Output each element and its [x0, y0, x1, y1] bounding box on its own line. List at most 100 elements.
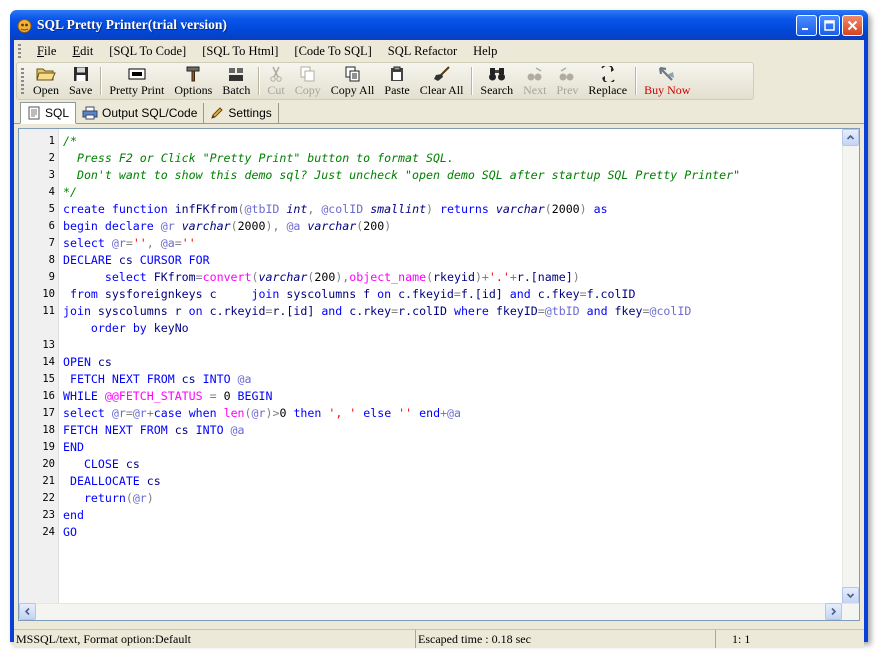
tab-sql[interactable]: SQL: [20, 102, 77, 124]
code-token: @colID: [321, 202, 364, 216]
code-token: r.[id]: [272, 304, 322, 318]
scroll-right-button[interactable]: [825, 603, 842, 620]
options-button[interactable]: Options: [169, 63, 217, 99]
menu-file[interactable]: File: [29, 44, 64, 59]
code-token: then: [293, 406, 322, 420]
code-token: =: [125, 236, 133, 250]
copy-all-button[interactable]: Copy All: [326, 63, 380, 99]
code-line[interactable]: begin declare @r varchar(2000), @a varch…: [63, 218, 391, 235]
code-token: r.colID: [398, 304, 454, 318]
code-line[interactable]: GO: [63, 524, 77, 541]
code-line[interactable]: WHILE @@FETCH_STATUS = 0 BEGIN: [63, 388, 272, 405]
scroll-up-button[interactable]: [842, 129, 859, 146]
cut-button[interactable]: Cut: [262, 63, 289, 99]
code-line[interactable]: end: [63, 507, 84, 524]
code-token: (: [125, 491, 133, 505]
binoculars-icon: [488, 65, 506, 83]
code-line[interactable]: OPEN cs: [63, 354, 112, 371]
code-token: create: [63, 202, 105, 216]
code-line[interactable]: FETCH NEXT FROM cs INTO @a: [63, 371, 252, 388]
scroll-down-button[interactable]: [842, 587, 859, 604]
code-token: @r: [132, 491, 147, 505]
code-line[interactable]: */: [63, 184, 77, 201]
paste-button[interactable]: Paste: [379, 63, 414, 99]
toolbar-label: Save: [69, 83, 93, 97]
code-token: OPEN: [63, 355, 91, 369]
open-button[interactable]: Open: [28, 63, 64, 99]
code-line[interactable]: Don't want to show this demo sql? Just u…: [63, 167, 740, 184]
code-token: len: [223, 406, 245, 420]
floppy-disk-icon: [73, 65, 89, 83]
horizontal-scrollbar[interactable]: [19, 603, 859, 620]
tab-output-sql-code[interactable]: Output SQL/Code: [76, 103, 205, 123]
toolbar: Open Save Pretty Print Options Batch Cut Copy C…: [16, 62, 754, 100]
code-line[interactable]: select @r='', @a='': [63, 235, 196, 252]
code-line[interactable]: Press F2 or Click "Pretty Print" button …: [63, 150, 454, 167]
code-token: BEGIN: [237, 389, 273, 403]
find-prev-icon: [558, 65, 576, 83]
minimize-button[interactable]: [796, 15, 817, 36]
code-token: (: [230, 219, 238, 233]
clear-all-button[interactable]: Clear All: [415, 63, 469, 99]
toolbar-separator: [635, 67, 637, 95]
next-button[interactable]: Next: [518, 63, 551, 99]
maximize-button[interactable]: [819, 15, 840, 36]
sql-editor[interactable]: 1 2 3 4 5 6 7 8 9 10 11 13 14 15 16 17 18 19 20 21 22 23 24 /*…: [18, 128, 860, 621]
code-line[interactable]: select FKfrom=convert(varchar(200),objec…: [63, 269, 580, 286]
close-button[interactable]: [842, 15, 863, 36]
menu-sql-to-html[interactable]: [SQL To Html]: [194, 44, 286, 59]
code-token: (: [426, 270, 434, 284]
code-token: fkey: [607, 304, 643, 318]
folder-open-icon: [36, 65, 56, 83]
code-area[interactable]: /* Press F2 or Click "Pretty Print" butt…: [61, 129, 841, 604]
code-line[interactable]: FETCH NEXT FROM cs INTO @a: [63, 422, 245, 439]
toolbar-label: Buy Now: [644, 83, 691, 97]
code-line[interactable]: DEALLOCATE cs: [63, 473, 161, 490]
menu-help[interactable]: Help: [465, 44, 505, 59]
code-line[interactable]: join syscolumns r on c.rkeyid = r.[id] and…: [63, 303, 691, 320]
save-button[interactable]: Save: [64, 63, 97, 99]
code-token: =: [174, 236, 182, 250]
menu-sql-refactor[interactable]: SQL Refactor: [380, 44, 465, 59]
code-line[interactable]: select @r=@r+case when len(@r)>0 then ',…: [63, 405, 461, 422]
scroll-left-button[interactable]: [19, 603, 36, 620]
code-line[interactable]: END: [63, 439, 84, 456]
code-token: infFKfrom: [167, 202, 238, 216]
vertical-scrollbar[interactable]: [842, 129, 859, 604]
code-line[interactable]: create function infFKfrom(@tbID int, @co…: [63, 201, 608, 218]
line-number: 13: [42, 339, 55, 351]
search-button[interactable]: Search: [475, 63, 518, 99]
pretty-print-button[interactable]: Pretty Print: [104, 63, 169, 99]
printer-icon: [82, 106, 98, 120]
menu-grip[interactable]: [18, 44, 21, 58]
replace-button[interactable]: Replace: [583, 63, 632, 99]
code-token: join: [63, 304, 91, 318]
menu-sql-to-code[interactable]: [SQL To Code]: [101, 44, 194, 59]
code-token: CLOSE: [83, 457, 119, 471]
toolbar-label: Replace: [588, 83, 628, 97]
title-bar[interactable]: SQL Pretty Printer(trial version): [10, 10, 868, 40]
code-line[interactable]: return(@r): [63, 490, 154, 507]
prev-button[interactable]: Prev: [551, 63, 583, 99]
pretty-print-icon: [128, 65, 146, 83]
code-token: return: [83, 491, 126, 505]
code-token: FETCH: [69, 372, 105, 386]
copy-button[interactable]: Copy: [290, 63, 326, 99]
code-token: @r: [251, 406, 266, 420]
menu-edit[interactable]: Edit: [64, 44, 101, 59]
tab-settings[interactable]: Settings: [204, 103, 279, 123]
menu-code-to-sql[interactable]: [Code To SQL]: [286, 44, 379, 59]
batch-button[interactable]: Batch: [217, 63, 255, 99]
code-token: @tbID: [544, 304, 580, 318]
code-token: (: [251, 270, 259, 284]
code-line[interactable]: CLOSE cs: [63, 456, 140, 473]
code-token: DECLARE: [63, 253, 112, 267]
code-line[interactable]: from sysforeignkeys c join syscolumns f …: [63, 286, 635, 303]
code-line[interactable]: order by keyNo: [63, 320, 189, 337]
code-line[interactable]: DECLARE cs CURSOR FOR: [63, 252, 210, 269]
toolbar-separator: [100, 67, 102, 95]
buy-now-button[interactable]: Buy Now: [639, 63, 695, 99]
toolbar-grip[interactable]: [21, 68, 24, 94]
code-line[interactable]: /*: [63, 133, 77, 150]
